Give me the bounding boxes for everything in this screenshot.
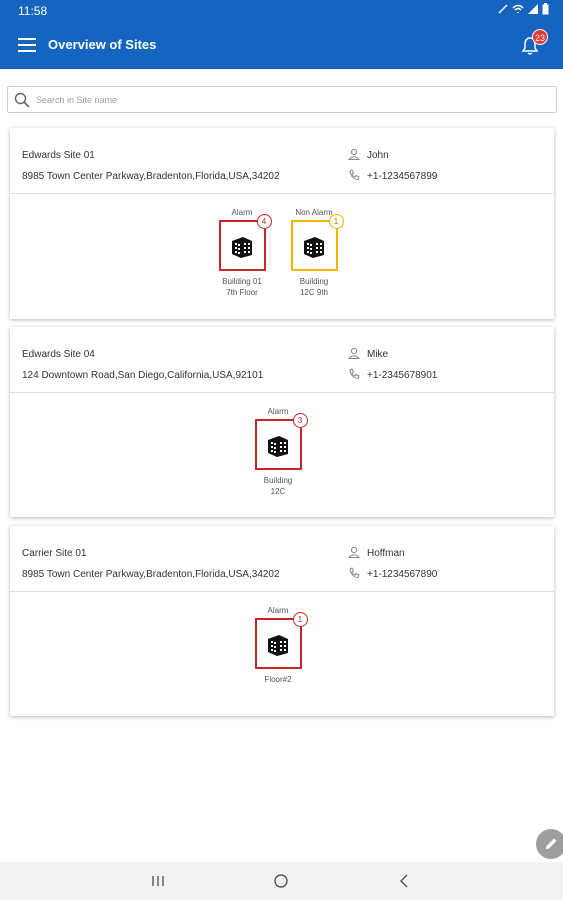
alarm-count-badge: 3: [292, 413, 308, 428]
site-card[interactable]: Carrier Site 01 8985 Town Center Parkway…: [10, 526, 554, 716]
home-icon[interactable]: [271, 872, 291, 890]
building-tile[interactable]: Alarm 4 Building 01 7th Floor: [207, 208, 277, 298]
phone-icon: [349, 567, 360, 579]
phone-icon: [349, 169, 360, 181]
contact-phone: +1-2345678901: [367, 370, 438, 381]
building-icon: [232, 236, 252, 258]
building-tile-box: 1: [254, 612, 308, 669]
person-icon: [348, 546, 360, 558]
contact-name: Hoffman: [367, 548, 405, 559]
building-tile[interactable]: Alarm 1 Floor#2: [243, 606, 313, 685]
person-icon: [348, 148, 360, 160]
wifi-icon: [512, 4, 524, 13]
phone-icon: [349, 368, 360, 380]
site-card-header: Carrier Site 01 8985 Town Center Parkway…: [10, 526, 554, 592]
site-address: 124 Downtown Road,San Diego,California,U…: [22, 370, 264, 381]
search-icon: [14, 92, 30, 108]
edit-button[interactable]: [536, 829, 563, 859]
app-bar: Overview of Sites 23: [0, 22, 563, 69]
back-icon[interactable]: [395, 872, 415, 890]
site-card-header: Edwards Site 01 8985 Town Center Parkway…: [10, 128, 554, 194]
recent-apps-icon[interactable]: [148, 872, 168, 890]
building-icon: [304, 236, 324, 258]
building-tile-box: 1: [290, 214, 344, 271]
building-icon: [268, 634, 288, 656]
battery-icon: [542, 3, 549, 15]
person-icon: [348, 347, 360, 359]
site-card[interactable]: Edwards Site 04 124 Downtown Road,San Di…: [10, 327, 554, 517]
contact-name: John: [367, 150, 389, 161]
system-nav-bar: [0, 862, 563, 900]
notification-badge: 23: [532, 29, 548, 45]
alarm-count-badge: 4: [256, 214, 272, 229]
site-address: 8985 Town Center Parkway,Bradenton,Flori…: [22, 171, 280, 182]
page-title: Overview of Sites: [48, 37, 157, 52]
building-name: Floor#2: [264, 675, 292, 684]
building-tile[interactable]: Non Alarm 1 Building 12C 9th: [279, 208, 349, 298]
building-icon: [268, 435, 288, 457]
signal-icon: [498, 4, 508, 14]
building-tile[interactable]: Alarm 3 Building 12C: [243, 407, 313, 497]
status-icons: [498, 3, 549, 15]
status-time: 11:58: [18, 4, 48, 18]
contact-phone: +1-1234567890: [367, 569, 438, 580]
cell-signal-icon: [528, 4, 538, 14]
site-address: 8985 Town Center Parkway,Bradenton,Flori…: [22, 569, 280, 580]
status-bar: 11:58: [0, 0, 563, 22]
building-tile-box: 4: [218, 214, 272, 271]
alarm-count-badge: 1: [292, 612, 308, 627]
site-name: Carrier Site 01: [22, 548, 87, 559]
pencil-icon: [546, 838, 557, 849]
building-name: Building 01 7th Floor: [222, 277, 262, 297]
hamburger-menu-icon[interactable]: [18, 38, 36, 52]
site-name: Edwards Site 04: [22, 349, 95, 360]
site-card[interactable]: Edwards Site 01 8985 Town Center Parkway…: [10, 128, 554, 319]
contact-phone: +1-1234567899: [367, 171, 438, 182]
search-input[interactable]: [36, 91, 536, 109]
building-tile-box: 3: [254, 413, 308, 470]
search-bar: [7, 86, 557, 113]
site-card-header: Edwards Site 04 124 Downtown Road,San Di…: [10, 327, 554, 393]
contact-name: Mike: [367, 349, 389, 360]
alarm-count-badge: 1: [328, 214, 344, 229]
site-name: Edwards Site 01: [22, 150, 95, 161]
building-name: Building 12C: [263, 476, 293, 496]
building-name: Building 12C 9th: [299, 277, 329, 297]
